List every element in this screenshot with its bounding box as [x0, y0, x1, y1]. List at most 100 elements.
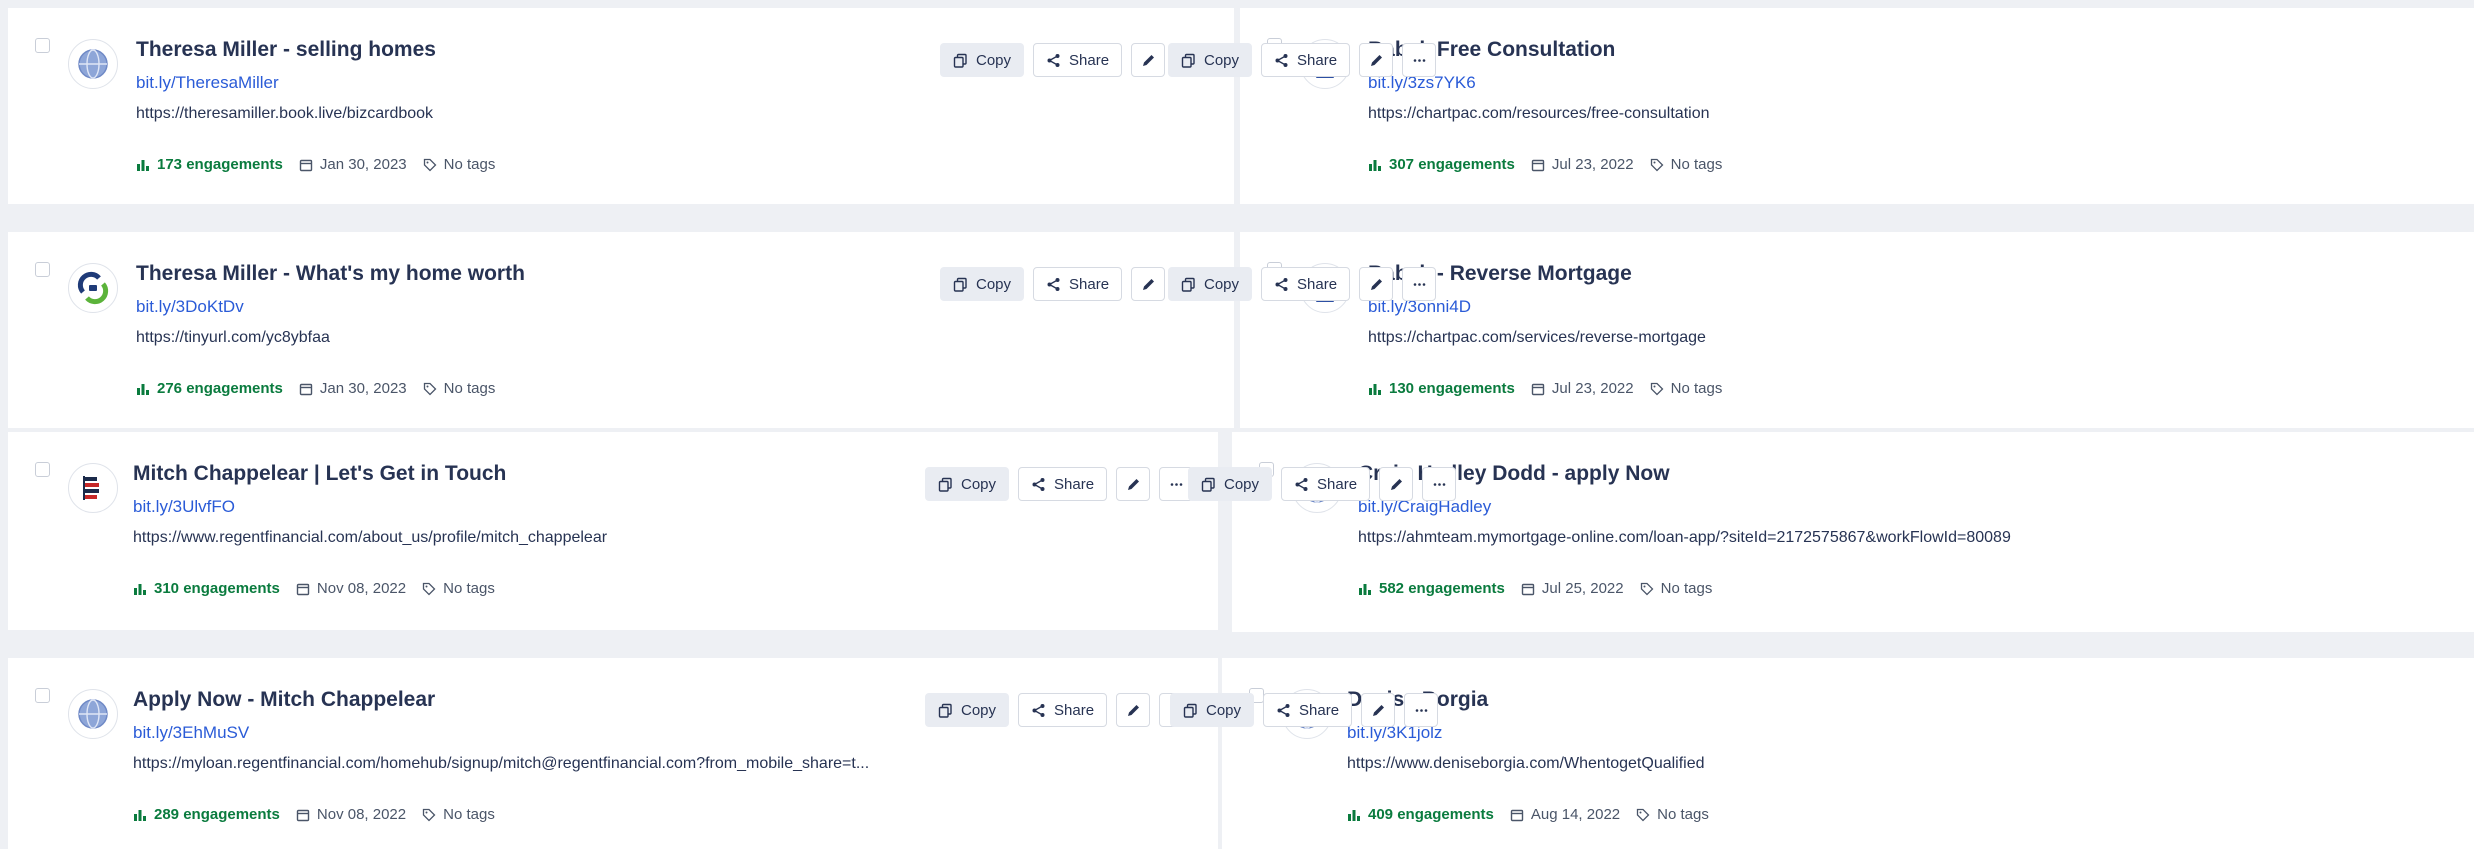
date-text: Nov 08, 2022: [316, 580, 407, 597]
copy-icon: [1201, 477, 1215, 492]
copy-button[interactable]: Copy: [1168, 43, 1253, 77]
tags[interactable]: No tags: [422, 580, 495, 597]
copy-button[interactable]: Copy: [1170, 693, 1255, 727]
pencil-icon: [1370, 278, 1382, 290]
short-link[interactable]: bit.ly/TheresaMiller: [136, 73, 279, 93]
edit-button[interactable]: [1379, 467, 1414, 501]
tags[interactable]: No tags: [1640, 580, 1712, 597]
engagements-stat[interactable]: 130 engagements: [1368, 380, 1515, 397]
bar-chart-icon: [1348, 809, 1360, 821]
select-checkbox[interactable]: [35, 38, 50, 53]
engagements-stat[interactable]: 276 engagements: [136, 380, 283, 397]
tags-text: No tags: [443, 806, 495, 823]
share-button[interactable]: Share: [1033, 267, 1123, 301]
edit-button[interactable]: [1131, 267, 1166, 301]
copy-icon: [938, 477, 952, 492]
link-card[interactable]: Mitch Chappelear | Let's Get in Touch bi…: [8, 432, 1218, 630]
copy-label: Copy: [961, 701, 997, 719]
engagements-stat[interactable]: 582 engagements: [1358, 580, 1505, 597]
edit-button[interactable]: [1116, 693, 1151, 727]
engagements-stat[interactable]: 289 engagements: [133, 806, 280, 823]
ellipsis-icon: [1413, 58, 1425, 62]
created-date: Jul 23, 2022: [1531, 156, 1634, 173]
more-options-button[interactable]: [1402, 43, 1437, 77]
link-title[interactable]: Mitch Chappelear | Let's Get in Touch: [133, 462, 506, 486]
destination-url: https://ahmteam.mymortgage-online.com/lo…: [1358, 529, 2011, 546]
link-card[interactable]: Theresa Miller - What's my home worth bi…: [8, 232, 1234, 428]
short-link[interactable]: bit.ly/3DoKtDv: [136, 297, 244, 317]
tag-icon: [1650, 382, 1664, 395]
ellipsis-icon: [1433, 482, 1445, 486]
copy-button[interactable]: Copy: [925, 467, 1010, 501]
copy-button[interactable]: Copy: [940, 43, 1025, 77]
tags[interactable]: No tags: [423, 156, 495, 173]
copy-button[interactable]: Copy: [1188, 467, 1273, 501]
tags[interactable]: No tags: [1650, 380, 1722, 397]
link-meta: 173 engagements Jan 30, 2023 No tags: [136, 156, 495, 173]
share-button[interactable]: Share: [1018, 467, 1108, 501]
share-icon: [1277, 703, 1290, 717]
engagements-count: 289 engagements: [154, 806, 280, 823]
bar-chart-icon: [1369, 159, 1381, 171]
engagements-count: 276 engagements: [157, 380, 283, 397]
bar-chart-icon: [1369, 383, 1381, 395]
link-meta: 289 engagements Nov 08, 2022 No tags: [133, 806, 495, 823]
tags[interactable]: No tags: [423, 380, 495, 397]
edit-button[interactable]: [1131, 43, 1166, 77]
engagements-count: 307 engagements: [1389, 156, 1515, 173]
bar-chart-icon: [134, 809, 146, 821]
more-options-button[interactable]: [1402, 267, 1437, 301]
date-text: Jul 23, 2022: [1551, 156, 1634, 173]
link-card[interactable]: Denise Borgia bit.ly/3K1jolz https://www…: [1170, 658, 2474, 849]
share-button[interactable]: Share: [1018, 693, 1108, 727]
tag-icon: [1640, 582, 1654, 595]
more-options-button[interactable]: [1404, 693, 1439, 727]
favicon-avatar: [68, 463, 118, 513]
select-checkbox[interactable]: [35, 262, 50, 277]
copy-label: Copy: [976, 275, 1012, 293]
tags[interactable]: No tags: [1650, 156, 1722, 173]
share-button[interactable]: Share: [1281, 467, 1371, 501]
short-link[interactable]: bit.ly/3UlvfFO: [133, 497, 235, 517]
select-checkbox[interactable]: [35, 688, 50, 703]
link-card[interactable]: Apply Now - Mitch Chappelear bit.ly/3EhM…: [8, 658, 1218, 849]
calendar-icon: [299, 383, 313, 395]
link-title[interactable]: Theresa Miller - selling homes: [136, 38, 436, 62]
tags[interactable]: No tags: [1636, 806, 1709, 823]
share-button[interactable]: Share: [1261, 43, 1351, 77]
share-label: Share: [1297, 51, 1338, 69]
bar-chart-icon: [134, 583, 146, 595]
edit-button[interactable]: [1359, 267, 1394, 301]
edit-button[interactable]: [1359, 43, 1394, 77]
share-button[interactable]: Share: [1263, 693, 1353, 727]
engagements-stat[interactable]: 307 engagements: [1368, 156, 1515, 173]
created-date: Nov 08, 2022: [296, 580, 406, 597]
edit-button[interactable]: [1116, 467, 1151, 501]
link-card[interactable]: Craig Hadley Dodd - apply Now bit.ly/Cra…: [1188, 432, 2474, 632]
select-checkbox[interactable]: [35, 462, 50, 477]
link-title[interactable]: Theresa Miller - What's my home worth: [136, 262, 525, 286]
engagements-stat[interactable]: 173 engagements: [136, 156, 283, 173]
created-date: Jan 30, 2023: [299, 156, 407, 173]
copy-button[interactable]: Copy: [940, 267, 1025, 301]
date-text: Nov 08, 2022: [316, 806, 407, 823]
more-options-button[interactable]: [1422, 467, 1457, 501]
link-card[interactable]: Babak - Reverse Mortgage bit.ly/3onni4D …: [1168, 232, 2474, 428]
share-button[interactable]: Share: [1261, 267, 1351, 301]
link-card[interactable]: Babak Free Consultation bit.ly/3zs7YK6 h…: [1168, 8, 2474, 204]
copy-label: Copy: [1206, 701, 1242, 719]
bar-chart-icon: [1359, 583, 1371, 595]
short-link[interactable]: bit.ly/3EhMuSV: [133, 723, 249, 743]
card-actions: Copy Share: [925, 693, 1194, 727]
share-button[interactable]: Share: [1033, 43, 1123, 77]
engagements-stat[interactable]: 409 engagements: [1347, 806, 1494, 823]
link-card[interactable]: Theresa Miller - selling homes bit.ly/Th…: [8, 8, 1234, 204]
copy-icon: [953, 53, 967, 68]
edit-button[interactable]: [1361, 693, 1396, 727]
ellipsis-icon: [1170, 482, 1182, 486]
copy-button[interactable]: Copy: [925, 693, 1010, 727]
copy-button[interactable]: Copy: [1168, 267, 1253, 301]
link-title[interactable]: Apply Now - Mitch Chappelear: [133, 688, 435, 712]
tags[interactable]: No tags: [422, 806, 495, 823]
engagements-stat[interactable]: 310 engagements: [133, 580, 280, 597]
